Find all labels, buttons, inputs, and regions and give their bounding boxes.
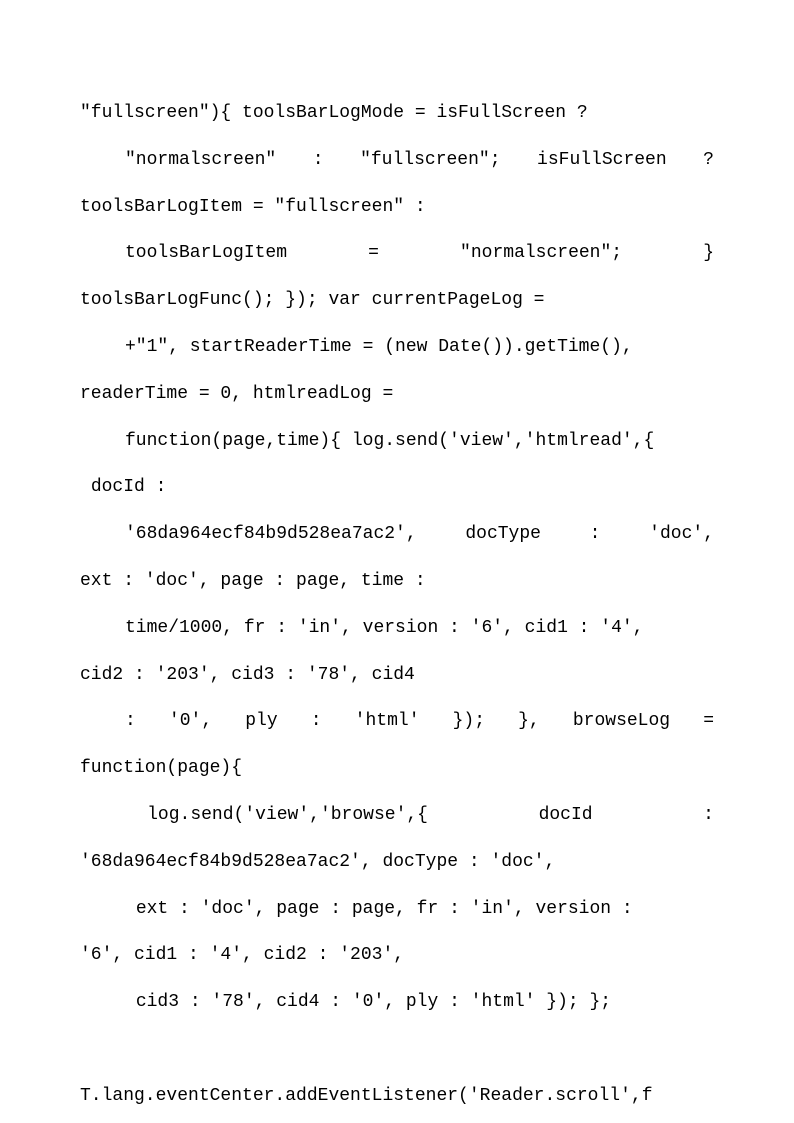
code-line xyxy=(80,1026,714,1073)
code-line: '68da964ecf84b9d528ea7ac2', docType : 'd… xyxy=(80,839,714,886)
code-line: function(page,time){ log.send('view','ht… xyxy=(80,418,714,465)
code-line: ext : 'doc', page : page, time : xyxy=(80,558,714,605)
code-line: cid3 : '78', cid4 : '0', ply : 'html' })… xyxy=(80,979,714,1026)
code-line: "fullscreen"){ toolsBarLogMode = isFullS… xyxy=(80,90,714,137)
code-line: time/1000, fr : 'in', version : '6', cid… xyxy=(80,605,714,652)
code-line: toolsBarLogItem = "normalscreen"; } xyxy=(80,230,714,277)
code-line: toolsBarLogFunc(); }); var currentPageLo… xyxy=(80,277,714,324)
code-line: cid2 : '203', cid3 : '78', cid4 xyxy=(80,652,714,699)
code-line: docId : xyxy=(80,464,714,511)
code-line: T.lang.eventCenter.addEventListener('Rea… xyxy=(80,1073,714,1120)
code-line: "normalscreen" : "fullscreen"; isFullScr… xyxy=(80,137,714,184)
code-line: log.send('view','browse',{ docId : xyxy=(80,792,714,839)
code-line: ext : 'doc', page : page, fr : 'in', ver… xyxy=(80,886,714,933)
code-block: "fullscreen"){ toolsBarLogMode = isFullS… xyxy=(80,90,714,1120)
code-line: +"1", startReaderTime = (new Date()).get… xyxy=(80,324,714,371)
code-line: readerTime = 0, htmlreadLog = xyxy=(80,371,714,418)
document-page: "fullscreen"){ toolsBarLogMode = isFullS… xyxy=(0,0,794,1123)
code-line: function(page){ xyxy=(80,745,714,792)
code-line: toolsBarLogItem = "fullscreen" : xyxy=(80,184,714,231)
code-line: '6', cid1 : '4', cid2 : '203', xyxy=(80,932,714,979)
code-line: : '0', ply : 'html' }); }, browseLog = xyxy=(80,698,714,745)
code-line: '68da964ecf84b9d528ea7ac2', docType : 'd… xyxy=(80,511,714,558)
